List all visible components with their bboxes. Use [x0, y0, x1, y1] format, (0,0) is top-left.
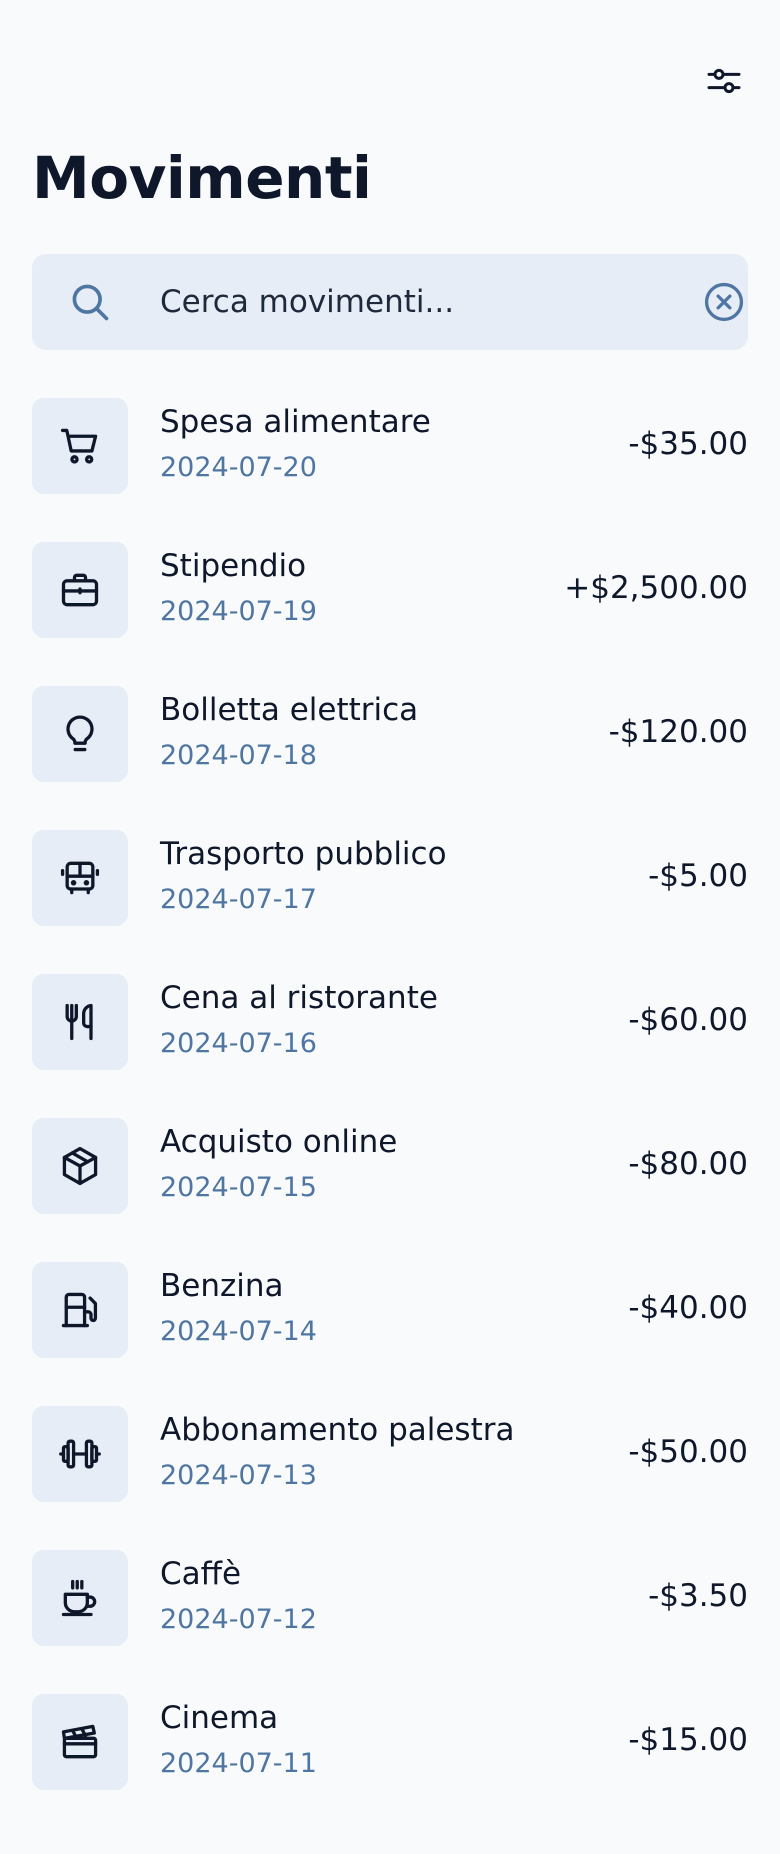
transaction-icon-tile: [32, 1694, 128, 1790]
transaction-date: 2024-07-14: [160, 1316, 317, 1347]
transaction-row[interactable]: Bolletta elettrica 2024-07-18 -$120.00: [32, 686, 748, 782]
filter-button[interactable]: [699, 56, 749, 106]
transaction-icon-tile: [32, 1118, 128, 1214]
transaction-row[interactable]: Trasporto pubblico 2024-07-17 -$5.00: [32, 830, 748, 926]
transaction-amount: -$120.00: [608, 714, 748, 750]
transaction-row[interactable]: Cinema 2024-07-11 -$15.00: [32, 1694, 748, 1790]
transaction-date: 2024-07-20: [160, 452, 317, 483]
transaction-date: 2024-07-16: [160, 1028, 317, 1059]
transaction-icon-tile: [32, 686, 128, 782]
transaction-row[interactable]: Stipendio 2024-07-19 +$2,500.00: [32, 542, 748, 638]
transaction-row[interactable]: Cena al ristorante 2024-07-16 -$60.00: [32, 974, 748, 1070]
transaction-date: 2024-07-19: [160, 596, 317, 627]
transaction-icon-tile: [32, 1262, 128, 1358]
transaction-name: Abbonamento palestra: [160, 1412, 515, 1448]
transaction-name: Caffè: [160, 1556, 242, 1592]
transaction-amount: -$40.00: [628, 1290, 748, 1326]
clear-circle-icon[interactable]: [702, 280, 746, 324]
lightbulb-icon: [66, 715, 94, 752]
transaction-amount: -$80.00: [628, 1146, 748, 1182]
transaction-name: Trasporto pubblico: [160, 836, 447, 872]
transaction-icon-tile: [32, 398, 128, 494]
transaction-amount: -$5.00: [648, 858, 748, 894]
transaction-name: Spesa alimentare: [160, 404, 431, 440]
transactions-screen: Movimenti Spesa alimentare 2024-07-20 -$: [0, 0, 780, 1854]
transaction-amount: -$60.00: [628, 1002, 748, 1038]
briefcase-icon: [61, 573, 99, 607]
clapperboard-icon: [61, 1724, 98, 1759]
utensils-icon: [65, 1003, 93, 1041]
transaction-row[interactable]: Abbonamento palestra 2024-07-13 -$50.00: [32, 1406, 748, 1502]
transaction-name: Bolletta elettrica: [160, 692, 419, 728]
transaction-icon-tile: [32, 830, 128, 926]
transaction-row[interactable]: Benzina 2024-07-14 -$40.00: [32, 1262, 748, 1358]
transaction-date: 2024-07-17: [160, 884, 317, 915]
transaction-name: Stipendio: [160, 548, 307, 584]
transaction-icon-tile: [32, 1406, 128, 1502]
fuel-icon: [61, 1292, 98, 1328]
transaction-name: Cinema: [160, 1700, 279, 1736]
transaction-row[interactable]: Acquisto online 2024-07-15 -$80.00: [32, 1118, 748, 1214]
transaction-date: 2024-07-11: [160, 1748, 317, 1779]
package-icon: [62, 1146, 98, 1186]
transaction-date: 2024-07-13: [160, 1460, 317, 1491]
transaction-name: Acquisto online: [160, 1124, 398, 1160]
transaction-date: 2024-07-18: [160, 740, 317, 771]
transaction-name: Cena al ristorante: [160, 980, 438, 1016]
page-title: Movimenti: [32, 144, 372, 212]
transaction-icon-tile: [32, 542, 128, 638]
cart-icon: [60, 428, 98, 464]
transaction-amount: -$35.00: [628, 426, 748, 462]
transaction-row[interactable]: Caffè 2024-07-12 -$3.50: [32, 1550, 748, 1646]
transaction-name: Benzina: [160, 1268, 284, 1304]
dumbbell-icon: [59, 1439, 101, 1469]
top-bar: [0, 0, 780, 140]
bus-icon: [60, 861, 100, 895]
search-bar: [32, 254, 748, 350]
transaction-date: 2024-07-12: [160, 1604, 317, 1635]
transaction-amount: -$15.00: [628, 1722, 748, 1758]
transaction-amount: +$2,500.00: [564, 570, 748, 606]
coffee-icon: [61, 1579, 97, 1617]
sliders-icon: [707, 68, 741, 94]
transaction-amount: -$3.50: [648, 1578, 748, 1614]
transaction-row[interactable]: Spesa alimentare 2024-07-20 -$35.00: [32, 398, 748, 494]
search-icon: [72, 284, 109, 321]
transaction-date: 2024-07-15: [160, 1172, 317, 1203]
transaction-amount: -$50.00: [628, 1434, 748, 1470]
search-input[interactable]: [160, 272, 680, 332]
transaction-icon-tile: [32, 974, 128, 1070]
transaction-icon-tile: [32, 1550, 128, 1646]
transaction-list: Spesa alimentare 2024-07-20 -$35.00 Stip…: [32, 398, 748, 1838]
